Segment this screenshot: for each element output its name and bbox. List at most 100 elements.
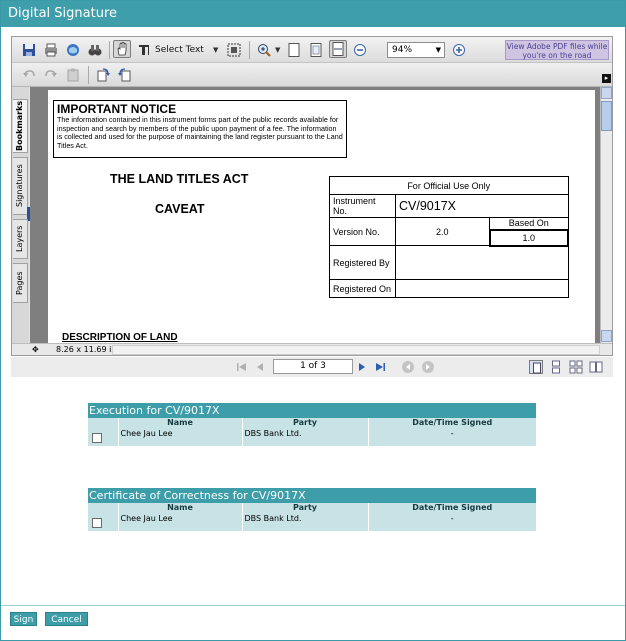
snapshot-icon[interactable] [225, 41, 243, 59]
undo-icon[interactable] [20, 66, 38, 84]
execution-title: Execution for CV/9017X [88, 403, 536, 418]
signed-date: - [367, 428, 536, 446]
redo-icon[interactable] [42, 66, 60, 84]
scroll-up-icon[interactable] [601, 87, 612, 99]
toolbar-separator [88, 66, 89, 84]
previous-page-icon[interactable] [253, 360, 267, 374]
registered-on-value [395, 279, 569, 298]
instrument-label: Instrument No. [329, 194, 396, 218]
tab-signatures[interactable]: Signatures [13, 157, 28, 215]
zoom-in-magnifier-icon[interactable] [255, 41, 273, 59]
row-checkbox-cell [88, 513, 118, 531]
single-page-layout-icon[interactable] [529, 360, 543, 374]
certificate-section: Certificate of Correctness for CV/9017X … [88, 488, 536, 531]
registered-on-label: Registered On [329, 279, 396, 298]
toolbar-separator [109, 41, 110, 59]
previous-view-icon[interactable] [401, 360, 415, 374]
version-value: 2.0 [395, 217, 490, 246]
fit-page-icon[interactable] [307, 41, 325, 59]
zoom-level-field[interactable]: 94% ▼ [387, 42, 445, 58]
next-view-icon[interactable] [421, 360, 435, 374]
print-icon[interactable] [42, 41, 60, 59]
fit-width-icon[interactable] [329, 40, 347, 58]
registered-by-label: Registered By [329, 245, 396, 280]
column-header-party: Party [241, 503, 368, 513]
zoom-in-icon[interactable] [450, 41, 468, 59]
signer-name: Chee Jau Lee [117, 513, 242, 531]
select-text-icon[interactable] [135, 41, 153, 59]
table-row: Chee Jau Lee DBS Bank Ltd. - [88, 428, 536, 446]
notice-body: The information contained in this instru… [57, 115, 343, 150]
column-header-date-signed: Date/Time Signed [367, 503, 536, 513]
signer-name: Chee Jau Lee [117, 428, 242, 446]
toolbar-separator [249, 41, 250, 59]
certificate-table: Name Party Date/Time Signed Chee Jau Lee… [88, 503, 536, 531]
actual-size-icon[interactable] [285, 41, 303, 59]
scroll-arrow-right-icon[interactable]: ▸ [602, 74, 611, 83]
window-title: Digital Signature [1, 1, 625, 27]
paste-icon[interactable] [64, 66, 82, 84]
secondary-toolbar [12, 63, 612, 87]
signed-date: - [367, 513, 536, 531]
continuous-facing-layout-icon[interactable] [569, 360, 583, 374]
chevron-down-icon[interactable]: ▼ [275, 46, 280, 54]
act-subtitle: CAVEAT [155, 202, 205, 216]
chevron-down-icon[interactable]: ▼ [213, 46, 218, 54]
navigation-tabs: Bookmarks Signatures Layers Pages [12, 87, 30, 343]
next-page-icon[interactable] [355, 360, 369, 374]
continuous-layout-icon[interactable] [549, 360, 563, 374]
cancel-button[interactable]: Cancel [45, 612, 88, 626]
certificate-title: Certificate of Correctness for CV/9017X [88, 488, 536, 503]
tab-layers[interactable]: Layers [13, 219, 28, 259]
signer-checkbox[interactable] [92, 433, 102, 443]
vertical-scrollbar[interactable]: ▸ [600, 74, 612, 343]
important-notice-box: IMPORTANT NOTICE The information contain… [53, 100, 347, 158]
find-binoculars-icon[interactable] [86, 41, 104, 59]
page-navigation-bar: 1 of 3 [11, 357, 613, 377]
zoom-out-icon[interactable] [351, 41, 369, 59]
tab-bookmarks[interactable]: Bookmarks [13, 99, 28, 153]
page-number-field[interactable]: 1 of 3 [273, 359, 353, 374]
scrollbar-thumb[interactable] [601, 101, 612, 131]
table-header-row: Name Party Date/Time Signed [88, 503, 536, 513]
signer-party: DBS Bank Ltd. [241, 513, 368, 531]
based-on-label: Based On [489, 217, 569, 231]
column-header-name: Name [117, 418, 242, 428]
rotate-counterclockwise-icon[interactable] [116, 66, 134, 84]
signer-checkbox[interactable] [92, 518, 102, 528]
tab-pages[interactable]: Pages [13, 263, 28, 303]
horizontal-scrollbar[interactable] [112, 345, 600, 355]
rotate-clockwise-icon[interactable] [94, 66, 112, 84]
execution-section: Execution for CV/9017X Name Party Date/T… [88, 403, 536, 446]
official-use-header: For Official Use Only [329, 176, 569, 195]
column-header-name: Name [117, 503, 242, 513]
column-header-date-signed: Date/Time Signed [367, 418, 536, 428]
select-text-label[interactable]: Select Text [155, 45, 204, 55]
zoom-level-value: 94% [392, 45, 413, 55]
status-bar: ✥ 8.26 x 11.69 in [12, 343, 612, 355]
execution-table: Name Party Date/Time Signed Chee Jau Lee… [88, 418, 536, 446]
save-icon[interactable] [20, 41, 38, 59]
official-use-table: For Official Use Only Instrument No. CV/… [329, 176, 569, 298]
first-page-icon[interactable] [235, 360, 249, 374]
document-area[interactable]: IMPORTANT NOTICE The information contain… [30, 87, 600, 343]
table-header-row: Name Party Date/Time Signed [88, 418, 536, 428]
hand-tool-icon[interactable] [113, 40, 131, 58]
based-on-value: 1.0 [488, 229, 569, 247]
move-handle-icon[interactable]: ✥ [32, 344, 39, 355]
registered-by-value [395, 245, 569, 280]
description-heading: DESCRIPTION OF LAND [62, 332, 178, 343]
scroll-down-icon[interactable] [601, 330, 612, 342]
email-icon[interactable] [64, 41, 82, 59]
footer-divider [1, 605, 625, 606]
chevron-down-icon[interactable]: ▼ [436, 43, 441, 57]
last-page-icon[interactable] [373, 360, 387, 374]
page-size-readout: 8.26 x 11.69 in [56, 345, 117, 354]
checkbox-column-header [88, 418, 118, 428]
adobe-mobile-banner[interactable]: View Adobe PDF files while you're on the… [505, 40, 609, 60]
main-toolbar: Select Text ▼ ▼ 94% ▼ View Adobe PDF fil… [12, 37, 612, 63]
pdf-page: IMPORTANT NOTICE The information contain… [48, 90, 595, 343]
facing-layout-icon[interactable] [589, 360, 603, 374]
sign-button[interactable]: Sign [10, 612, 37, 626]
table-row: Chee Jau Lee DBS Bank Ltd. - [88, 513, 536, 531]
